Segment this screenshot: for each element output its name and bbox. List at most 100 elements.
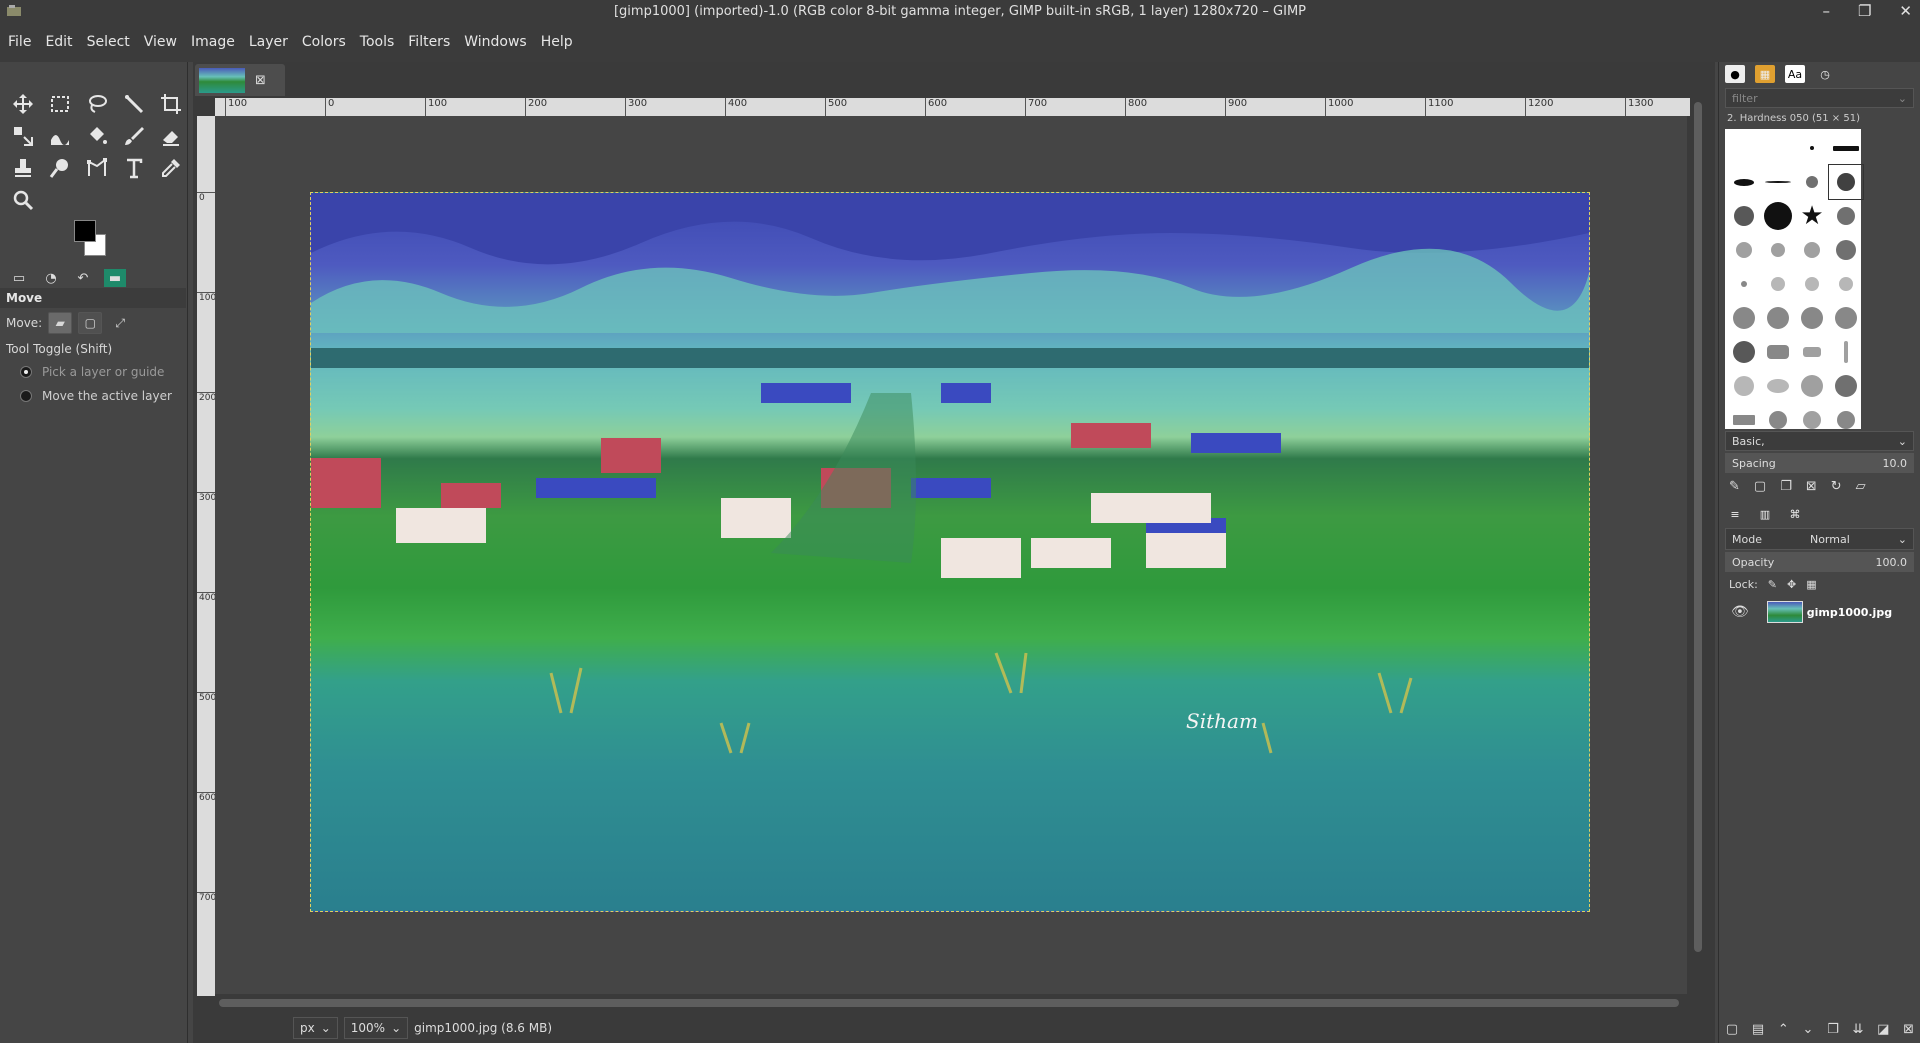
brush-item[interactable] [1761,301,1795,335]
brush-item[interactable] [1727,335,1761,369]
brush-item[interactable] [1828,164,1864,200]
brush-item[interactable] [1829,369,1863,403]
undo-history-tab[interactable]: ↶ [72,269,94,287]
fuzzy-select-tool[interactable] [115,88,152,120]
patterns-tab[interactable]: ▦ [1755,65,1775,83]
device-status-tab[interactable]: ◔ [40,269,62,287]
delete-layer-icon[interactable]: ⊠ [1903,1022,1914,1037]
horizontal-scroll-thumb[interactable] [219,999,1679,1007]
menu-filters[interactable]: Filters [408,34,450,50]
layers-tab[interactable]: ≡ [1725,505,1745,523]
paths-tool[interactable] [78,152,115,184]
menu-view[interactable]: View [144,34,177,50]
image-tab[interactable]: ⊠ [195,64,285,96]
merge-layer-icon[interactable]: ⇊ [1853,1022,1864,1037]
brush-item[interactable] [1795,403,1829,437]
maximize-button[interactable]: ❐ [1858,2,1871,20]
brush-item[interactable] [1795,131,1829,165]
zoom-selector[interactable]: 100% ⌄ [343,1016,409,1039]
move-path-button[interactable]: ⤢ [108,312,132,334]
delete-brush-icon[interactable]: ⊠ [1806,479,1817,494]
minimize-button[interactable]: – [1822,2,1830,20]
menu-tools[interactable]: Tools [360,34,395,50]
lock-pixels-icon[interactable]: ✎ [1768,578,1777,591]
brush-item[interactable] [1795,165,1829,199]
close-window-button[interactable]: ✕ [1899,2,1912,20]
refresh-brushes-icon[interactable]: ↻ [1831,479,1842,494]
move-tool[interactable] [4,88,41,120]
paths-tab[interactable]: ⌘ [1785,505,1805,523]
move-active-layer-option[interactable]: Move the active layer [0,384,186,408]
lock-position-icon[interactable]: ✥ [1787,578,1796,591]
images-tab[interactable]: ▬ [104,269,126,287]
transform-tool[interactable] [4,120,41,152]
edit-brush-icon[interactable]: ✎ [1729,479,1740,494]
channels-tab[interactable]: ▥ [1755,505,1775,523]
brush-item[interactable] [1727,131,1761,165]
brush-item[interactable] [1761,267,1795,301]
rect-select-tool[interactable] [41,88,78,120]
brush-item[interactable] [1795,233,1829,267]
brush-item[interactable] [1761,369,1795,403]
lasso-tool[interactable] [78,88,115,120]
crop-tool[interactable] [152,88,189,120]
eraser-tool[interactable] [152,120,189,152]
spacing-slider[interactable]: Spacing 10.0 [1725,453,1914,473]
brush-item[interactable] [1795,267,1829,301]
brush-item[interactable] [1829,267,1863,301]
pick-layer-option[interactable]: Pick a layer or guide [0,360,186,384]
foreground-color[interactable] [74,220,96,242]
menu-colors[interactable]: Colors [302,34,346,50]
brush-item[interactable] [1727,369,1761,403]
brush-item[interactable] [1829,301,1863,335]
brush-item[interactable] [1727,165,1761,199]
brush-grid[interactable]: ★ [1725,129,1864,429]
open-brush-icon[interactable]: ▱ [1856,479,1866,494]
new-layer-group-icon[interactable]: ▤ [1752,1022,1764,1037]
brushes-tab[interactable]: ● [1725,65,1745,83]
brush-item[interactable] [1727,199,1761,233]
vertical-scroll-thumb[interactable] [1694,102,1702,952]
mask-layer-icon[interactable]: ◪ [1877,1022,1889,1037]
menu-help[interactable]: Help [541,34,573,50]
clone-tool[interactable] [4,152,41,184]
new-brush-icon[interactable]: ▢ [1754,479,1766,494]
menu-image[interactable]: Image [191,34,235,50]
opacity-slider[interactable]: Opacity 100.0 [1725,552,1914,572]
brush-item[interactable] [1761,165,1795,199]
brush-item[interactable] [1727,233,1761,267]
paintbrush-tool[interactable] [115,120,152,152]
brush-filter-input[interactable]: filter ⌄ [1725,88,1914,108]
warp-tool[interactable] [41,120,78,152]
brush-item[interactable] [1727,267,1761,301]
layer-mode-select[interactable]: Mode Normal ⌄ [1725,528,1914,550]
brush-item[interactable] [1761,199,1795,233]
close-tab-icon[interactable]: ⊠ [255,73,266,88]
lower-layer-icon[interactable]: ⌄ [1803,1022,1814,1037]
menu-edit[interactable]: Edit [45,34,72,50]
image-canvas[interactable]: Sitham [310,192,1590,912]
text-tool[interactable] [115,152,152,184]
lock-alpha-icon[interactable]: ▦ [1806,578,1816,591]
horizontal-scrollbar[interactable] [215,996,1687,1010]
brush-item[interactable] [1761,335,1795,369]
brush-item[interactable] [1829,335,1863,369]
new-layer-icon[interactable]: ▢ [1726,1022,1738,1037]
unit-selector[interactable]: px ⌄ [293,1016,338,1039]
brush-item[interactable] [1727,301,1761,335]
brush-item[interactable] [1727,403,1761,437]
brush-item[interactable] [1761,131,1795,165]
brush-item[interactable]: ★ [1795,199,1829,233]
brush-item[interactable] [1829,233,1863,267]
document-history-tab[interactable]: ◷ [1815,65,1835,83]
move-layer-button[interactable]: ▰ [48,312,73,334]
vertical-scrollbar[interactable] [1691,98,1705,994]
raise-layer-icon[interactable]: ⌃ [1778,1022,1789,1037]
brush-item[interactable] [1761,233,1795,267]
duplicate-layer-icon[interactable]: ❐ [1827,1022,1839,1037]
fg-bg-colors[interactable] [74,220,118,260]
layer-row[interactable]: 👁 gimp1000.jpg [1725,599,1914,625]
duplicate-brush-icon[interactable]: ❐ [1780,479,1792,494]
move-selection-button[interactable]: ▢ [78,312,103,334]
smudge-tool[interactable] [41,152,78,184]
